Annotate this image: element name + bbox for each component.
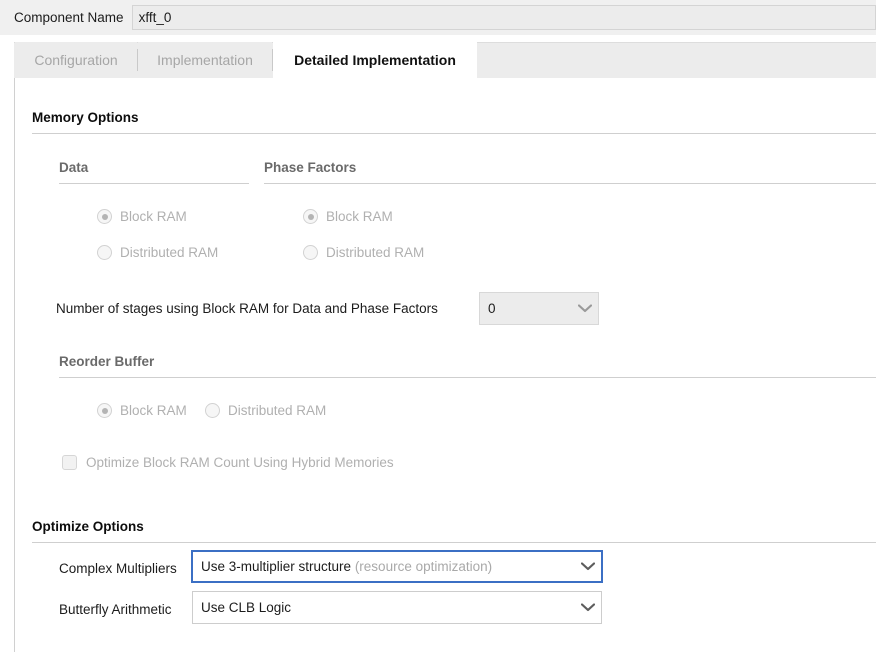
tab-strip: Configuration Implementation Detailed Im… [0, 35, 876, 78]
complex-multipliers-value-main: Use 3-multiplier structure [201, 559, 352, 574]
radio-reorder-distributed-ram-label: Distributed RAM [228, 403, 327, 418]
radio-indicator [303, 209, 318, 224]
optimize-options-title: Optimize Options [32, 519, 144, 534]
stages-combo[interactable]: 0 [479, 292, 599, 325]
radio-phase-factors-block-ram-label: Block RAM [326, 209, 393, 224]
radio-data-distributed-ram-label: Distributed RAM [120, 245, 219, 260]
detailed-implementation-panel: Memory Options Data Block RAM Distribute… [14, 78, 876, 652]
tab-implementation[interactable]: Implementation [138, 42, 272, 78]
complex-multipliers-combo-value: Use 3-multiplier structure (resource opt… [193, 559, 575, 574]
radio-indicator [303, 245, 318, 260]
butterfly-arithmetic-label: Butterfly Arithmetic [59, 602, 172, 617]
memory-options-title: Memory Options [32, 110, 139, 125]
radio-phase-factors-block-ram[interactable]: Block RAM [303, 209, 393, 224]
radio-data-block-ram-label: Block RAM [120, 209, 187, 224]
radio-reorder-block-ram-label: Block RAM [120, 403, 187, 418]
radio-indicator [205, 403, 220, 418]
complex-multipliers-combo[interactable]: Use 3-multiplier structure (resource opt… [191, 550, 603, 583]
reorder-buffer-group-rule [59, 377, 876, 378]
optimize-options-rule [32, 542, 876, 543]
phase-factors-group-title: Phase Factors [264, 160, 357, 175]
complex-multipliers-value-suffix: (resource optimization) [354, 559, 493, 574]
checkbox-optimize-block-ram-count-label: Optimize Block RAM Count Using Hybrid Me… [86, 455, 394, 470]
memory-options-rule [32, 133, 876, 134]
tab-detailed-implementation-label: Detailed Implementation [294, 52, 456, 68]
radio-data-distributed-ram[interactable]: Distributed RAM [97, 245, 218, 260]
radio-data-block-ram[interactable]: Block RAM [97, 209, 187, 224]
checkbox-indicator [62, 455, 77, 470]
radio-reorder-block-ram[interactable]: Block RAM [97, 403, 187, 418]
radio-indicator [97, 245, 112, 260]
phase-factors-group-rule [264, 183, 876, 184]
radio-reorder-distributed-ram[interactable]: Distributed RAM [205, 403, 326, 418]
tab-configuration[interactable]: Configuration [15, 42, 137, 78]
tab-detailed-implementation[interactable]: Detailed Implementation [273, 42, 477, 78]
reorder-buffer-group-title: Reorder Buffer [59, 354, 155, 369]
radio-indicator [97, 209, 112, 224]
checkbox-optimize-block-ram-count[interactable]: Optimize Block RAM Count Using Hybrid Me… [62, 455, 394, 470]
stages-combo-value: 0 [488, 301, 496, 316]
chevron-down-icon [575, 603, 601, 612]
data-group-rule [59, 183, 249, 184]
radio-phase-factors-distributed-ram[interactable]: Distributed RAM [303, 245, 424, 260]
complex-multipliers-label: Complex Multipliers [59, 561, 177, 576]
chevron-down-icon [572, 304, 598, 313]
stages-label: Number of stages using Block RAM for Dat… [56, 301, 438, 316]
data-group-title: Data [59, 160, 89, 175]
tab-implementation-label: Implementation [157, 52, 253, 68]
component-name-input[interactable]: xfft_0 [131, 5, 876, 30]
butterfly-arithmetic-combo[interactable]: Use CLB Logic [192, 591, 602, 624]
radio-indicator [97, 403, 112, 418]
tab-configuration-label: Configuration [34, 52, 118, 68]
component-name-bar: Component Name xfft_0 [0, 0, 876, 35]
butterfly-arithmetic-combo-value: Use CLB Logic [201, 600, 292, 615]
component-name-label: Component Name [14, 10, 124, 25]
radio-phase-factors-distributed-ram-label: Distributed RAM [326, 245, 425, 260]
chevron-down-icon [575, 562, 601, 571]
